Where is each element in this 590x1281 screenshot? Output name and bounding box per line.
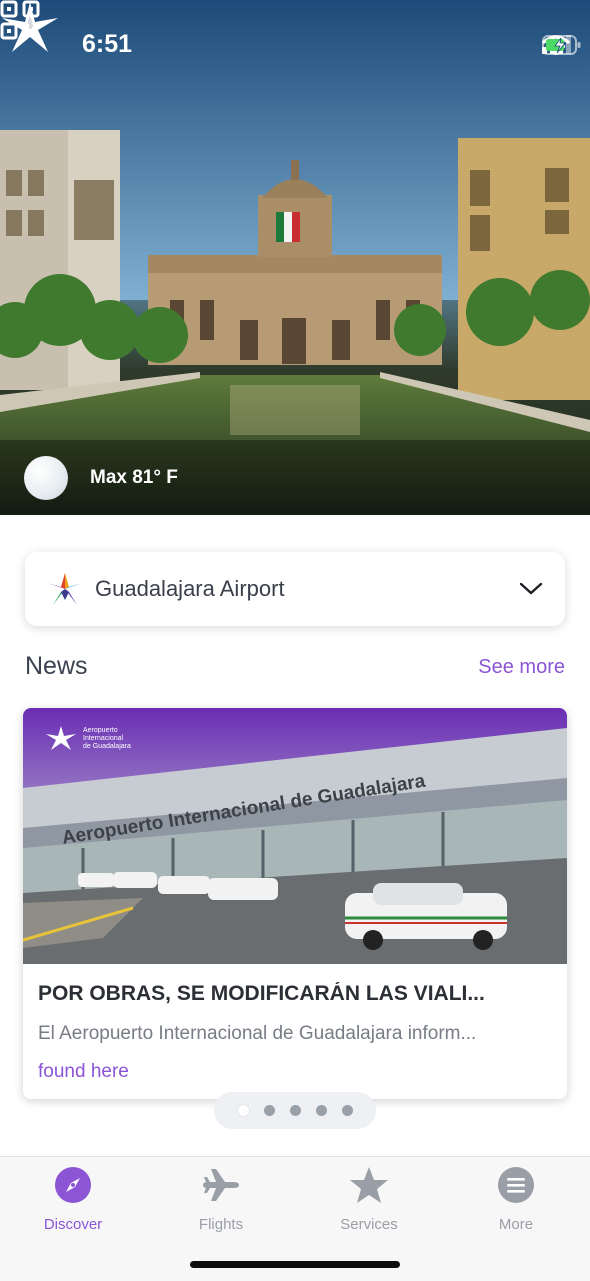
tab-more[interactable]: More bbox=[461, 1165, 571, 1233]
battery-icon bbox=[542, 35, 581, 55]
chevron-down-icon bbox=[519, 582, 543, 595]
tab-discover[interactable]: Discover bbox=[18, 1165, 128, 1233]
news-section-title: News bbox=[25, 652, 88, 680]
home-indicator[interactable] bbox=[190, 1261, 400, 1268]
see-more-link[interactable]: See more bbox=[478, 656, 565, 679]
news-found-here-link[interactable]: found here bbox=[38, 1061, 129, 1083]
status-bar: 6:51 bbox=[0, 28, 590, 62]
news-pagination[interactable] bbox=[214, 1092, 376, 1129]
pagination-dot[interactable] bbox=[315, 1105, 327, 1116]
hero-banner: 6:51 Max 81° F bbox=[0, 0, 590, 515]
news-image: Aeropuerto Internacional de Guadalajara … bbox=[23, 708, 567, 964]
status-time: 6:51 bbox=[82, 30, 133, 58]
weather-bar: Max 81° F bbox=[0, 440, 590, 515]
news-image-logo-line1: Aeropuerto bbox=[83, 727, 118, 734]
star-icon bbox=[350, 1167, 388, 1203]
airport-name: Guadalajara Airport bbox=[95, 576, 285, 601]
news-summary: El Aeropuerto Internacional de Guadalaja… bbox=[38, 1023, 477, 1044]
airport-selector-logo-icon bbox=[48, 573, 82, 605]
airport-selector[interactable]: Guadalajara Airport bbox=[25, 552, 565, 626]
pagination-dot[interactable] bbox=[341, 1105, 353, 1116]
tab-services[interactable]: Services bbox=[314, 1165, 424, 1233]
tab-services-label: Services bbox=[340, 1216, 398, 1233]
hero-photo bbox=[0, 0, 590, 515]
qr-code-icon[interactable] bbox=[0, 0, 40, 40]
airplane-icon bbox=[203, 1169, 239, 1201]
tab-flights-label: Flights bbox=[198, 1216, 244, 1233]
tab-more-label: More bbox=[498, 1216, 534, 1233]
tab-discover-label: Discover bbox=[43, 1216, 103, 1233]
weather-text: Max 81° F bbox=[90, 467, 178, 488]
news-headline: POR OBRAS, SE MODIFICARÁN LAS VIALI... bbox=[38, 982, 485, 1005]
news-image-logo-line3: de Guadalajara bbox=[83, 743, 131, 750]
pagination-dot[interactable] bbox=[237, 1105, 249, 1116]
news-card[interactable]: Aeropuerto Internacional de Guadalajara … bbox=[23, 708, 567, 1099]
news-image-logo-line2: Internacional bbox=[83, 735, 124, 742]
tab-flights[interactable]: Flights bbox=[166, 1165, 276, 1233]
pagination-dot[interactable] bbox=[289, 1105, 301, 1116]
compass-icon bbox=[55, 1167, 91, 1203]
moon-icon bbox=[24, 456, 68, 500]
pagination-dot[interactable] bbox=[263, 1105, 275, 1116]
menu-icon bbox=[498, 1167, 534, 1203]
